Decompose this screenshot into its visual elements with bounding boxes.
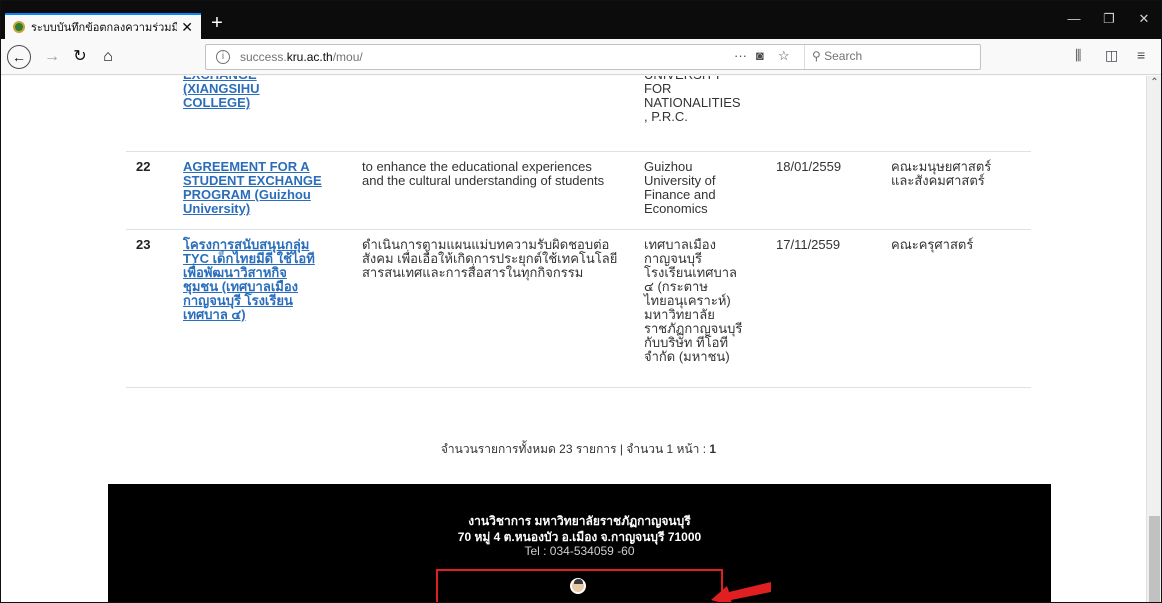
mou-date: 17/11/2559 — [776, 237, 841, 252]
mou-title-link[interactable]: โครงการสนับสนุนกลุ่ม TYC เด็กไทยมีดี ใช้ไ… — [183, 238, 343, 322]
mou-partner: เทศบาลเมือง กาญจนบุรี โรงเรียนเทศบาล๔ (กระ… — [644, 238, 754, 364]
mou-partner-line: Guizhou — [644, 159, 693, 174]
home-button[interactable]: ⌂ — [97, 45, 119, 69]
mou-title-link-line[interactable]: เพื่อพัฒนาวิสาหกิจ — [183, 266, 343, 280]
mou-objective: to enhance the educational experiences an… — [362, 160, 622, 188]
mou-partner-line: Economics — [644, 201, 708, 216]
mou-partner-line: , P.R.C. — [644, 109, 688, 124]
mou-partner-line: University of — [644, 173, 716, 188]
mou-partner-line: เทศบาลเมือง — [644, 237, 716, 252]
reload-button[interactable]: ↻ — [69, 45, 91, 69]
forward-button[interactable]: → — [41, 45, 63, 69]
mou-faculty: คณะครุศาสตร์ — [891, 238, 1026, 252]
row-number: 22 — [136, 159, 151, 174]
mou-objective-line: and the cultural understanding of studen… — [362, 173, 605, 188]
navigation-bar: ← → ↻ ⌂ i success.kru.ac.th/mou/ ··· ◙ ☆… — [1, 39, 1161, 75]
mou-partner-line: จำกัด (มหาชน) — [644, 349, 730, 364]
mou-partner-line: มหาวิทยาลัย — [644, 307, 715, 322]
mou-partner-line: กาญจนบุรี — [644, 251, 702, 266]
mou-title-link-line[interactable]: (XIANGSIHU — [183, 82, 343, 96]
mou-title-link-line[interactable]: เทศบาล ๔) — [183, 308, 343, 322]
page-actions-icon[interactable]: ··· — [734, 48, 747, 63]
pocket-icon[interactable]: ◙ — [756, 48, 764, 63]
browser-window: ระบบบันทึกข้อตกลงความร่วมมือ ม ✕ + — ❐ ✕… — [0, 0, 1162, 603]
mou-title-link-line[interactable]: University) — [183, 202, 343, 216]
mou-partner: UNIVERSITYFORNATIONALITIES, P.R.C. — [644, 76, 754, 124]
tab-title: ระบบบันทึกข้อตกลงความร่วมมือ ม — [31, 22, 178, 34]
table-row: 22 AGREEMENT FOR A STUDENT EXCHANGE PROGRAM… — [126, 152, 1031, 230]
record-summary: จำนวนรายการทั้งหมด 23 รายการ | จำนวน 1 ห… — [440, 442, 717, 456]
footer-tel: Tel : 034-534059 -60 — [524, 544, 635, 558]
mou-faculty-line: และสังคมศาสตร์ — [891, 173, 985, 188]
site-footer: งานวิชาการ มหาวิทยาลัยราชภัฏกาญจนบุรี 70… — [108, 484, 1051, 602]
scroll-up-icon[interactable]: ⌃ — [1147, 76, 1161, 90]
tab-close-icon[interactable]: ✕ — [181, 19, 193, 36]
mou-partner-line: NATIONALITIES — [644, 95, 741, 110]
mou-partner-line: ๔ (กระตาษ — [644, 279, 708, 294]
mou-partner-line: FOR — [644, 81, 672, 96]
mou-partner-line: ไทยอนุเคราะห์) — [644, 293, 731, 308]
mou-partner-line: กับบริษัท ทีโอที — [644, 335, 729, 350]
mou-faculty-line: คณะครุศาสตร์ — [891, 237, 974, 252]
mou-objective-line: สารสนเทศและการสื่อสารในทุกกิจกรรม — [362, 265, 584, 280]
scroll-thumb[interactable] — [1149, 516, 1160, 602]
mou-title-link-line[interactable]: COLLEGE) — [183, 96, 343, 110]
sidebar-icon[interactable]: ◫ — [1105, 47, 1118, 64]
menu-icon[interactable]: ≡ — [1137, 47, 1145, 63]
mou-title-link-line[interactable]: กาญจนบุรี โรงเรียน — [183, 294, 343, 308]
mou-partner-line: Finance and — [644, 187, 716, 202]
mou-objective-line: สังคม เพื่อเอื้อให้เกิดการประยุกต์ใช้เทค… — [362, 251, 618, 266]
mou-partner-line: โรงเรียนเทศบาล — [644, 265, 738, 280]
minimize-icon[interactable]: — — [1059, 11, 1089, 26]
url-text[interactable]: success.kru.ac.th/mou/ — [240, 50, 363, 64]
mou-partner: Guizhou University of Finance and Economics — [644, 160, 754, 216]
visitor-avatar-icon[interactable] — [570, 578, 586, 594]
mou-partner-line: ราชภัฏกาญจนบุรี — [644, 321, 743, 336]
restore-icon[interactable]: ❐ — [1094, 11, 1124, 27]
mou-objective-line: to enhance the educational experiences — [362, 159, 592, 174]
search-input[interactable]: ⚲ Search — [812, 49, 862, 63]
close-window-icon[interactable]: ✕ — [1129, 11, 1159, 27]
mou-title-link-line[interactable]: ชุมชน (เทศบาลเมือง — [183, 280, 343, 294]
mou-title-link-line[interactable]: AGREEMENT FOR A — [183, 160, 343, 174]
mou-objective: ดำเนินการตามแผนแม่บทความรับผิดชอบต่อ สังค… — [362, 238, 622, 280]
red-arrow-icon — [711, 582, 771, 602]
mou-title-link-line[interactable]: STUDENT EXCHANGE — [183, 174, 343, 188]
mou-title-link-line[interactable]: TYC เด็กไทยมีดี ใช้ไอที — [183, 252, 343, 266]
mou-title-link-line[interactable]: โครงการสนับสนุนกลุ่ม — [183, 238, 343, 252]
new-tab-button[interactable]: + — [205, 11, 229, 35]
tab-bar: ระบบบันทึกข้อตกลงความร่วมมือ ม ✕ + — ❐ ✕ — [1, 1, 1161, 39]
highlight-box — [436, 569, 723, 602]
library-icon[interactable]: ⫼ — [1075, 47, 1081, 64]
site-favicon-icon — [13, 21, 25, 33]
table-row: 23 โครงการสนับสนุนกลุ่ม TYC เด็กไทยมีดี ใช… — [126, 230, 1031, 388]
tab-mou[interactable]: ระบบบันทึกข้อตกลงความร่วมมือ ม ✕ — [5, 13, 201, 39]
mou-objective-line: ดำเนินการตามแผนแม่บทความรับผิดชอบต่อ — [362, 237, 610, 252]
page-viewport: EXCHANGE(XIANGSIHUCOLLEGE) UNIVERSITYFORN… — [1, 76, 1146, 602]
mou-faculty-line: คณะมนุษยศาสตร์ — [891, 159, 992, 174]
mou-date: 18/01/2559 — [776, 159, 842, 174]
row-number: 23 — [136, 237, 151, 252]
vertical-scrollbar[interactable]: ⌃ — [1146, 76, 1161, 602]
mou-title-link[interactable]: EXCHANGE(XIANGSIHUCOLLEGE) — [183, 76, 343, 110]
back-button[interactable]: ← — [7, 45, 31, 69]
mou-faculty: คณะมนุษยศาสตร์ และสังคมศาสตร์ — [891, 160, 1026, 188]
mou-title-link-line[interactable]: PROGRAM (Guizhou — [183, 188, 343, 202]
url-search-divider — [804, 45, 805, 69]
table-row: EXCHANGE(XIANGSIHUCOLLEGE) UNIVERSITYFORN… — [126, 76, 1031, 152]
mou-title-link[interactable]: AGREEMENT FOR A STUDENT EXCHANGE PROGRAM (… — [183, 160, 343, 216]
site-info-icon[interactable]: i — [216, 50, 230, 64]
url-bar[interactable]: i success.kru.ac.th/mou/ ··· ◙ ☆ ⚲ Searc… — [205, 44, 981, 70]
bookmark-star-icon[interactable]: ☆ — [778, 48, 790, 64]
